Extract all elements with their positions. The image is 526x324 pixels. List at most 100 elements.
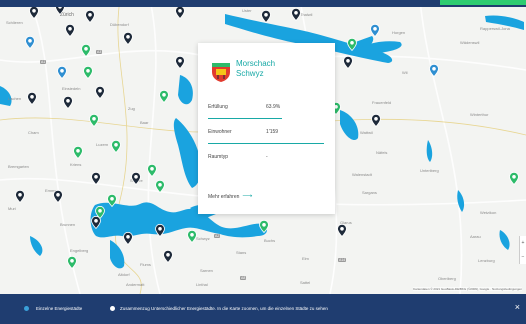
place-label: Lenzburg <box>478 258 495 263</box>
map-marker-icon[interactable] <box>53 190 63 203</box>
spatial-type-row: Raumtyp - <box>208 154 324 166</box>
place-label: Stans <box>236 250 247 255</box>
place-label: Sarnen <box>200 268 213 273</box>
map-marker-icon[interactable] <box>27 92 37 105</box>
place-label: Uster <box>242 8 252 13</box>
map-marker-icon[interactable] <box>509 172 519 185</box>
map-marker-icon[interactable] <box>73 146 83 159</box>
map-marker-icon[interactable] <box>29 6 39 19</box>
map-marker-icon[interactable] <box>347 38 357 51</box>
map-marker-icon[interactable] <box>163 250 173 263</box>
close-icon[interactable]: × <box>515 303 520 312</box>
map-marker-icon[interactable] <box>15 190 25 203</box>
residents-row: Einwohner 1'159 <box>208 129 324 144</box>
map-marker-icon[interactable] <box>111 140 121 153</box>
residents-divider <box>208 143 324 144</box>
legend-single-label: Einzelne Energiestädte <box>36 306 83 311</box>
place-label: Thalwil <box>300 12 313 17</box>
map-marker-icon[interactable] <box>291 8 301 21</box>
place-label: Kriens <box>70 162 82 167</box>
place-label: Luzern <box>96 142 109 147</box>
map-marker-icon[interactable] <box>65 24 75 37</box>
map-marker-icon[interactable] <box>85 10 95 23</box>
place-label: Baar <box>140 120 149 125</box>
map-marker-icon[interactable] <box>175 6 185 19</box>
fulfillment-label: Erfüllung <box>208 104 228 110</box>
residents-value: 1'159 <box>266 129 279 135</box>
municipality-name: Morschach Schwyz <box>236 59 275 79</box>
road-label: A2 <box>214 234 221 238</box>
place-label: Schlieren <box>6 20 23 25</box>
place-label: Unteriberg <box>420 168 439 173</box>
place-label: Walenstadt <box>352 172 372 177</box>
map-marker-icon[interactable] <box>259 220 269 233</box>
municipality-info-card: Morschach Schwyz Erfüllung 63.9% Einwohn… <box>198 43 335 214</box>
place-label: Zug <box>128 106 135 111</box>
map-marker-icon[interactable] <box>57 66 67 79</box>
zoom-in-button[interactable]: + <box>520 236 526 250</box>
map-marker-icon[interactable] <box>89 114 99 127</box>
map-marker-icon[interactable] <box>261 10 271 23</box>
map-marker-icon[interactable] <box>107 194 117 207</box>
place-label: Bremgarten <box>8 164 29 169</box>
place-label: Wädenswil <box>460 40 480 45</box>
map-marker-icon[interactable] <box>371 114 381 127</box>
spatial-type-label: Raumtyp <box>208 154 229 160</box>
zoom-out-button[interactable]: − <box>520 250 526 264</box>
map-marker-icon[interactable] <box>159 90 169 103</box>
place-label: Lachen <box>8 96 22 101</box>
place-label: Elm <box>302 256 309 261</box>
map-marker-icon[interactable] <box>91 172 101 185</box>
map-canvas[interactable]: Schlieren Zürich Dübendorf Uster Thalwil… <box>0 0 526 294</box>
map-marker-icon[interactable] <box>95 86 105 99</box>
place-label: Muri <box>8 206 16 211</box>
map-marker-icon[interactable] <box>131 172 141 185</box>
road-label: A8 <box>240 276 247 280</box>
map-marker-icon[interactable] <box>81 44 91 57</box>
place-label: Sargans <box>362 190 377 195</box>
map-marker-icon[interactable] <box>63 96 73 109</box>
map-marker-icon[interactable] <box>337 224 347 237</box>
map-marker-icon[interactable] <box>83 66 93 79</box>
learn-more-label: Mehr erfahren <box>208 194 240 200</box>
place-label: Dübendorf <box>110 22 129 27</box>
map-marker-icon[interactable] <box>175 56 185 69</box>
place-label: Cham <box>28 130 39 135</box>
place-label: Flums <box>140 262 151 267</box>
fulfillment-bar <box>208 118 283 119</box>
place-label: Buchs <box>264 238 276 243</box>
map-marker-icon[interactable] <box>370 24 380 37</box>
map-marker-icon[interactable] <box>155 224 165 237</box>
place-label: Brunnen <box>60 222 76 227</box>
spatial-type-value: - <box>266 154 268 160</box>
place-label: Oberiberg <box>438 276 456 281</box>
place-label: Altdorf <box>118 272 130 277</box>
map-attribution[interactable]: Kartendaten © 2021 GeoBasis-DE/BKG (©200… <box>413 287 522 291</box>
map-marker-icon[interactable] <box>429 64 439 77</box>
residents-label: Einwohner <box>208 129 232 135</box>
municipality-name-line: Morschach <box>236 59 276 68</box>
legend-group-label: Zusammenzug Unterschiedlicher Energiestä… <box>120 306 328 311</box>
map-marker-icon[interactable] <box>187 230 197 243</box>
canton-name: Schwyz <box>236 69 264 78</box>
coat-of-arms-icon <box>210 61 232 83</box>
place-label: Andermatt <box>126 282 145 287</box>
place-label: Aarau <box>470 234 481 239</box>
grouped-energy-city-dot-icon <box>110 306 115 311</box>
map-marker-icon[interactable] <box>155 180 165 193</box>
place-label: Horgen <box>392 30 406 35</box>
map-marker-icon[interactable] <box>343 56 353 69</box>
map-marker-icon[interactable] <box>123 232 133 245</box>
map-marker-icon[interactable] <box>67 256 77 269</box>
map-marker-icon[interactable] <box>147 164 157 177</box>
place-label: Wil <box>402 70 408 75</box>
place-label: Engelberg <box>70 248 89 253</box>
learn-more-link[interactable]: Mehr erfahren ⟶ <box>208 192 252 200</box>
top-accent-bar <box>440 0 526 5</box>
road-label: A3 <box>96 50 103 54</box>
map-marker-icon[interactable] <box>91 216 101 229</box>
map-marker-icon[interactable] <box>25 36 35 49</box>
place-label: Wattwil <box>360 130 373 135</box>
map-marker-icon[interactable] <box>123 32 133 45</box>
place-label: Wetzikon <box>480 210 497 215</box>
